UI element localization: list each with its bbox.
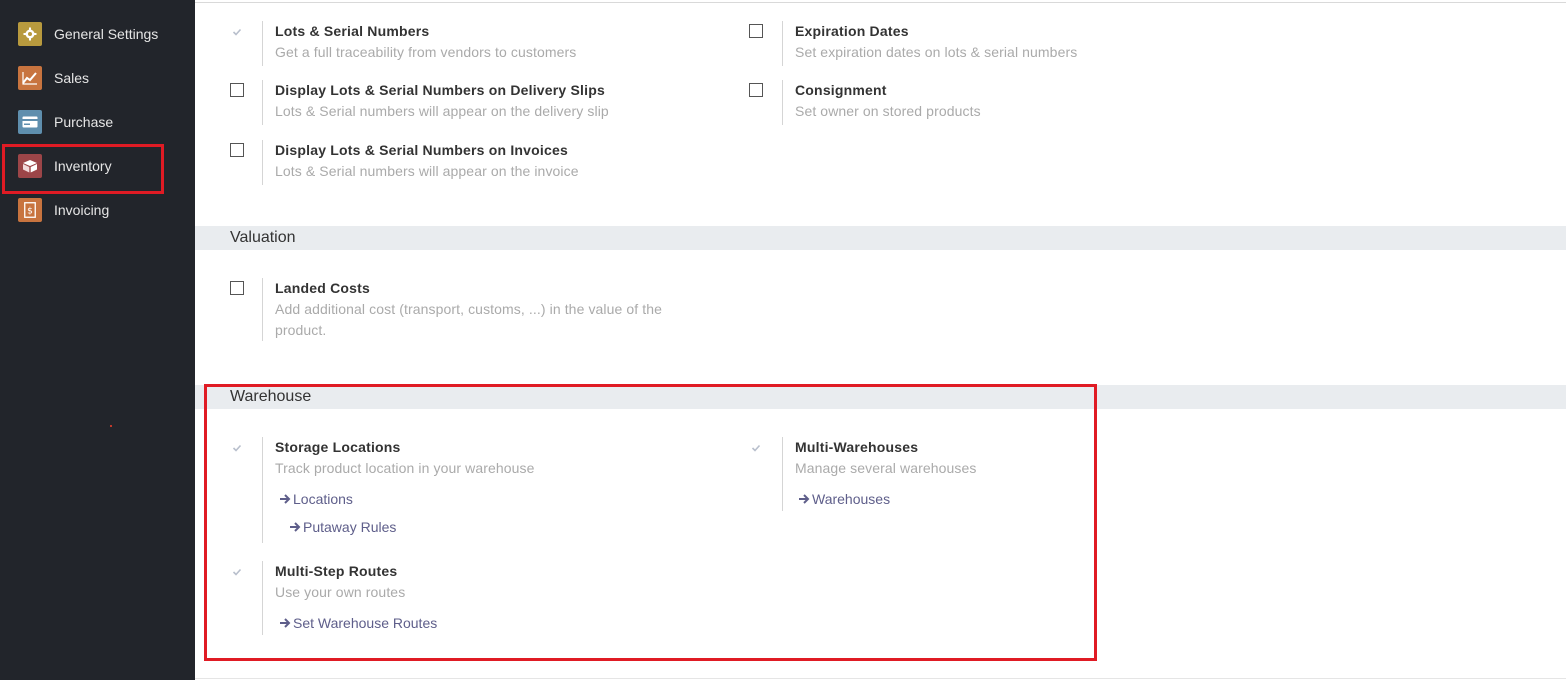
chart-line-icon <box>18 66 42 90</box>
sidebar-item-label: Sales <box>54 70 90 86</box>
expiration-checkbox[interactable] <box>749 24 763 38</box>
setting-description: Lots & Serial numbers will appear on the… <box>275 163 579 179</box>
sidebar-item-purchase[interactable]: Purchase <box>0 102 195 142</box>
sidebar-item-label: Invoicing <box>54 202 110 218</box>
gear-icon <box>18 22 42 46</box>
lots-checkbox[interactable] <box>230 25 244 39</box>
delivery-slips-checkbox[interactable] <box>230 83 244 97</box>
sidebar: General Settings Sales Purchase Inventor… <box>0 0 195 680</box>
setting-description: Set owner on stored products <box>795 103 981 119</box>
setting-description: Set expiration dates on lots & serial nu… <box>795 44 1078 60</box>
setting-title: Expiration Dates <box>795 23 909 39</box>
sidebar-item-sales[interactable]: Sales <box>0 58 195 98</box>
stray-dot <box>110 425 112 427</box>
consignment-checkbox[interactable] <box>749 83 763 97</box>
top-divider <box>195 2 1566 3</box>
divider <box>782 80 783 125</box>
invoices-checkbox[interactable] <box>230 143 244 157</box>
setting-title: Landed Costs <box>275 280 370 296</box>
svg-text:$: $ <box>27 207 33 217</box>
setting-description: Add additional cost (transport, customs,… <box>275 301 663 317</box>
divider <box>262 80 263 125</box>
setting-description: Get a full traceability from vendors to … <box>275 44 577 60</box>
sidebar-item-invoicing[interactable]: $ Invoicing <box>0 190 195 230</box>
divider <box>262 278 263 341</box>
setting-description: product. <box>275 322 327 338</box>
setting-description: Lots & Serial numbers will appear on the… <box>275 103 609 119</box>
section-header-valuation: Valuation <box>195 226 1566 250</box>
setting-title: Display Lots & Serial Numbers on Invoice… <box>275 142 568 158</box>
sidebar-item-label: General Settings <box>54 26 159 42</box>
divider <box>262 21 263 66</box>
setting-title: Lots & Serial Numbers <box>275 23 430 39</box>
warehouse-highlight-box <box>204 384 1097 661</box>
inventory-highlight-box <box>2 144 164 194</box>
landed-costs-checkbox[interactable] <box>230 281 244 295</box>
bottom-divider <box>195 678 1566 679</box>
sidebar-item-label: Purchase <box>54 114 114 130</box>
setting-title: Consignment <box>795 82 887 98</box>
divider <box>262 140 263 185</box>
section-title: Valuation <box>230 229 296 246</box>
credit-card-icon <box>18 110 42 134</box>
setting-title: Display Lots & Serial Numbers on Deliver… <box>275 82 605 98</box>
divider <box>782 21 783 66</box>
invoice-icon: $ <box>18 198 42 222</box>
sidebar-item-general-settings[interactable]: General Settings <box>0 14 195 54</box>
